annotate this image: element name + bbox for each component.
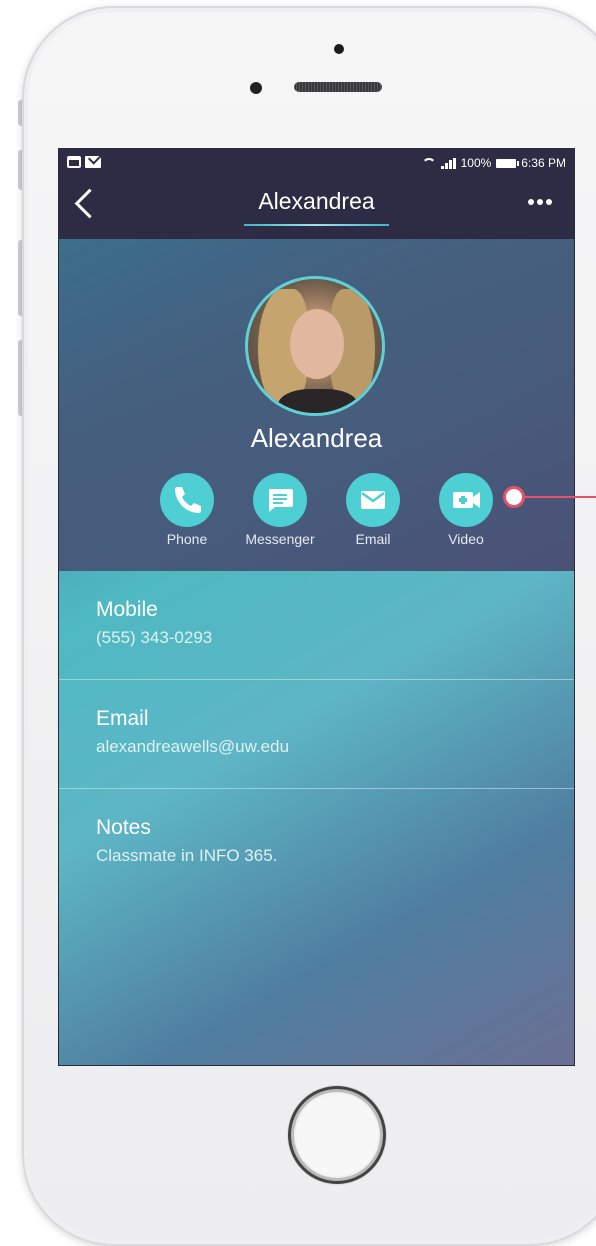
battery-percent: 100% — [460, 156, 492, 170]
screen: 100% 6:36 PM Alexandrea Alexandrea Phone — [58, 148, 575, 1066]
detail-value: (555) 343-0293 — [96, 628, 213, 647]
detail-value: alexandreawells@uw.edu — [96, 737, 290, 756]
wifi-icon — [421, 158, 436, 168]
page-title: Alexandrea — [258, 188, 375, 214]
mail-icon — [361, 491, 385, 509]
more-options-icon[interactable] — [528, 199, 552, 205]
video-action-label: Video — [448, 531, 484, 547]
messenger-action-label: Messenger — [245, 531, 315, 547]
email-action-label: Email — [355, 531, 391, 547]
video-action-button[interactable]: Video — [426, 473, 506, 547]
detail-row-email[interactable]: Email alexandreawells@uw.edu — [59, 680, 574, 789]
detail-row-mobile[interactable]: Mobile (555) 343-0293 — [59, 571, 574, 680]
front-camera — [250, 82, 262, 94]
messenger-action-button[interactable]: Messenger — [240, 473, 320, 547]
avatar — [245, 276, 385, 416]
email-action-button[interactable]: Email — [333, 473, 413, 547]
title-underline — [244, 224, 389, 226]
detail-title: Email — [96, 707, 149, 730]
profile-section: Alexandrea Phone Messenger Email Video — [59, 239, 574, 571]
detail-row-notes[interactable]: Notes Classmate in INFO 365. — [59, 789, 574, 897]
detail-title: Notes — [96, 816, 151, 839]
proximity-sensor — [334, 44, 344, 54]
home-button[interactable] — [288, 1086, 386, 1184]
calendar-icon — [67, 156, 81, 168]
phone-action-label: Phone — [166, 531, 208, 547]
phone-action-button[interactable]: Phone — [147, 473, 227, 547]
status-time: 6:36 PM — [521, 156, 566, 170]
nav-header: Alexandrea — [59, 177, 574, 239]
contact-details: Mobile (555) 343-0293 Email alexandreawe… — [59, 571, 574, 897]
annotation-line — [525, 496, 596, 498]
phone-icon — [175, 487, 201, 513]
signal-icon — [440, 157, 456, 169]
status-bar: 100% 6:36 PM — [59, 149, 574, 177]
mail-notification-icon — [85, 156, 101, 168]
contact-name: Alexandrea — [250, 423, 383, 453]
earpiece-speaker — [294, 82, 382, 92]
detail-value: Classmate in INFO 365. — [96, 846, 278, 865]
video-icon — [453, 492, 480, 508]
annotation-marker — [503, 486, 525, 508]
detail-title: Mobile — [96, 598, 158, 621]
battery-icon — [496, 158, 520, 168]
contact-actions: Phone Messenger Email Video — [147, 473, 493, 553]
message-icon — [269, 489, 293, 512]
